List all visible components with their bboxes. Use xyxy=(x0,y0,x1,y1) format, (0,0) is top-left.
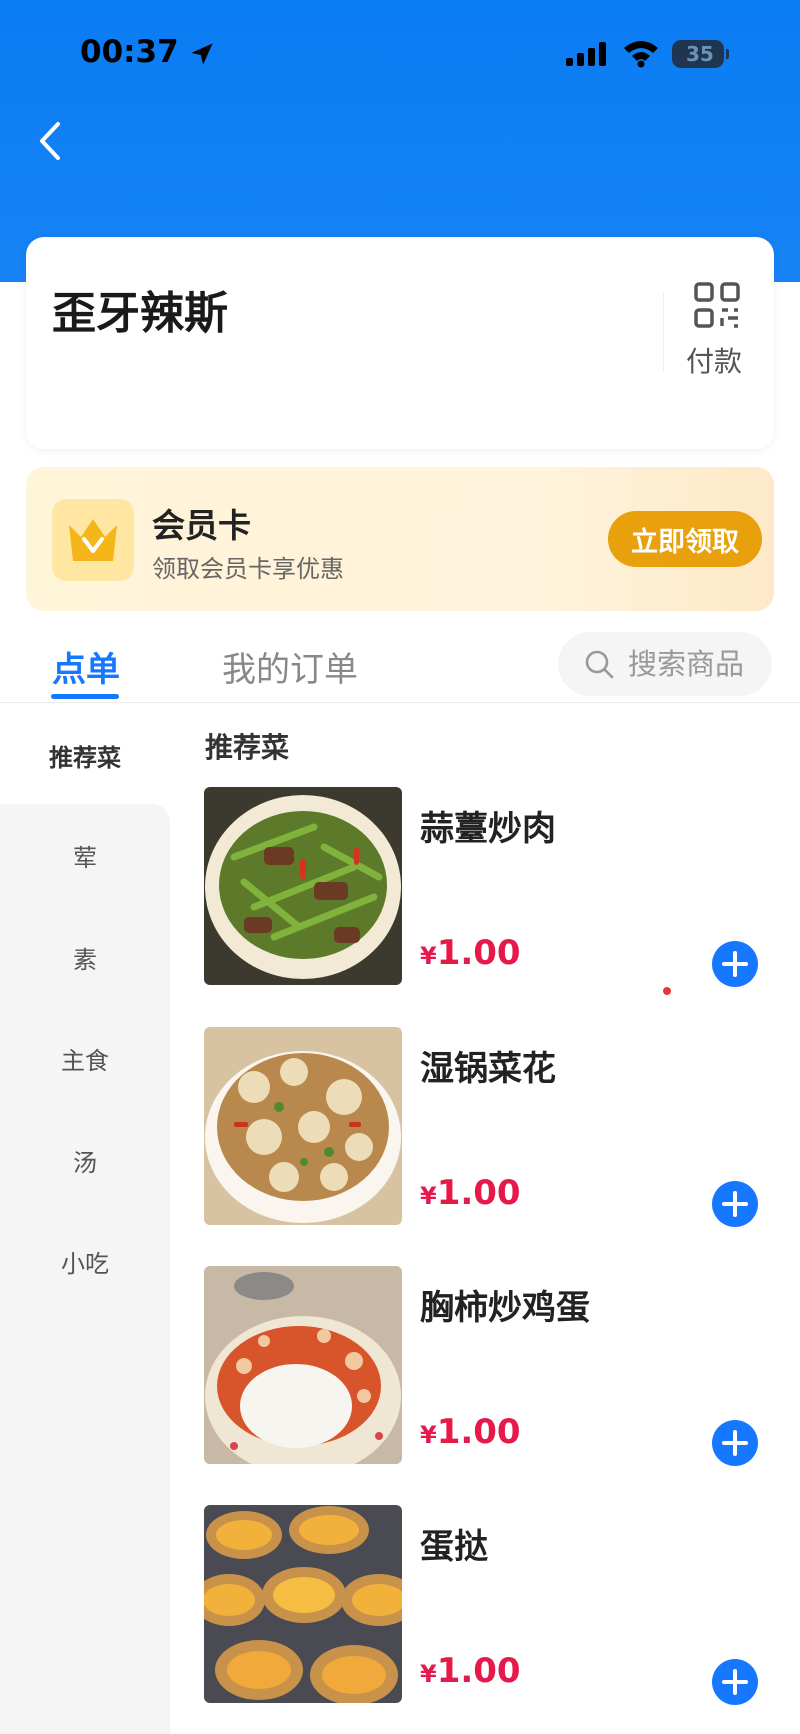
shop-card: 歪牙辣斯 付款 xyxy=(26,237,774,449)
price-value: 1.00 xyxy=(436,1651,521,1691)
status-bar: 00:37 35 xyxy=(0,0,800,110)
pay-button-label[interactable]: 付款 xyxy=(686,340,742,380)
category-staple[interactable]: 主食 xyxy=(0,1041,170,1076)
member-card-banner: 会员卡 领取会员卡享优惠 立即领取 xyxy=(26,467,774,611)
section-title: 推荐菜 xyxy=(205,731,290,764)
category-sidebar: 推荐菜 荤 素 主食 汤 小吃 xyxy=(0,704,170,1734)
status-time: 00:37 xyxy=(80,34,179,70)
product-item[interactable]: 胸柿炒鸡蛋 ¥1.00 xyxy=(204,1266,800,1466)
product-name: 蛋挞 xyxy=(420,1527,488,1567)
member-card-title: 会员卡 xyxy=(152,506,251,545)
add-to-cart-icon[interactable] xyxy=(712,1420,758,1470)
category-meat[interactable]: 荤 xyxy=(0,838,170,873)
product-price: ¥1.00 xyxy=(420,1173,521,1213)
price-currency: ¥ xyxy=(420,1421,437,1449)
battery-indicator: 35 xyxy=(672,40,729,68)
product-item[interactable]: 湿锅菜花 ¥1.00 xyxy=(204,1027,800,1227)
search-box[interactable] xyxy=(558,632,772,696)
price-value: 1.00 xyxy=(436,933,521,973)
product-image[interactable] xyxy=(204,1266,402,1464)
claim-membership-button[interactable]: 立即领取 xyxy=(608,511,762,567)
category-snack[interactable]: 小吃 xyxy=(0,1244,170,1279)
product-price: ¥1.00 xyxy=(420,1412,521,1452)
back-chevron-icon[interactable] xyxy=(34,120,64,166)
product-price: ¥1.00 xyxy=(420,933,521,973)
member-card-subtitle: 领取会员卡享优惠 xyxy=(152,555,344,583)
add-to-cart-icon[interactable] xyxy=(712,1659,758,1709)
shop-name: 歪牙辣斯 xyxy=(52,288,228,339)
tab-bar: 点单 我的订单 xyxy=(0,628,800,703)
price-value: 1.00 xyxy=(436,1412,521,1452)
tab-order[interactable]: 点单 xyxy=(52,642,120,691)
tab-my-orders[interactable]: 我的订单 xyxy=(222,642,358,691)
product-image[interactable] xyxy=(204,1027,402,1225)
cellular-signal-icon xyxy=(566,42,608,70)
price-currency: ¥ xyxy=(420,1660,437,1688)
product-image[interactable] xyxy=(204,1505,402,1703)
product-item[interactable]: 蒜薹炒肉 ¥1.00 xyxy=(204,787,800,987)
product-image[interactable] xyxy=(204,787,402,985)
shop-divider xyxy=(663,292,664,372)
add-to-cart-icon[interactable] xyxy=(712,1181,758,1231)
crown-icon xyxy=(52,499,134,581)
product-name: 胸柿炒鸡蛋 xyxy=(420,1288,590,1328)
add-to-cart-icon[interactable] xyxy=(712,941,758,991)
qr-code-icon[interactable] xyxy=(694,282,740,332)
product-item[interactable]: 蛋挞 ¥1.00 xyxy=(204,1505,800,1705)
active-tab-indicator xyxy=(51,694,119,699)
location-arrow-icon xyxy=(188,40,216,72)
category-recommended[interactable]: 推荐菜 xyxy=(0,738,170,773)
product-name: 蒜薹炒肉 xyxy=(420,809,556,849)
search-input[interactable] xyxy=(628,632,764,696)
price-currency: ¥ xyxy=(420,1182,437,1210)
price-currency: ¥ xyxy=(420,942,437,970)
price-value: 1.00 xyxy=(436,1173,521,1213)
product-name: 湿锅菜花 xyxy=(420,1049,556,1089)
category-vegetable[interactable]: 素 xyxy=(0,940,170,975)
search-icon xyxy=(584,649,614,683)
product-price: ¥1.00 xyxy=(420,1651,521,1691)
wifi-icon xyxy=(622,38,660,72)
notification-dot xyxy=(663,987,671,995)
category-soup[interactable]: 汤 xyxy=(0,1143,170,1178)
